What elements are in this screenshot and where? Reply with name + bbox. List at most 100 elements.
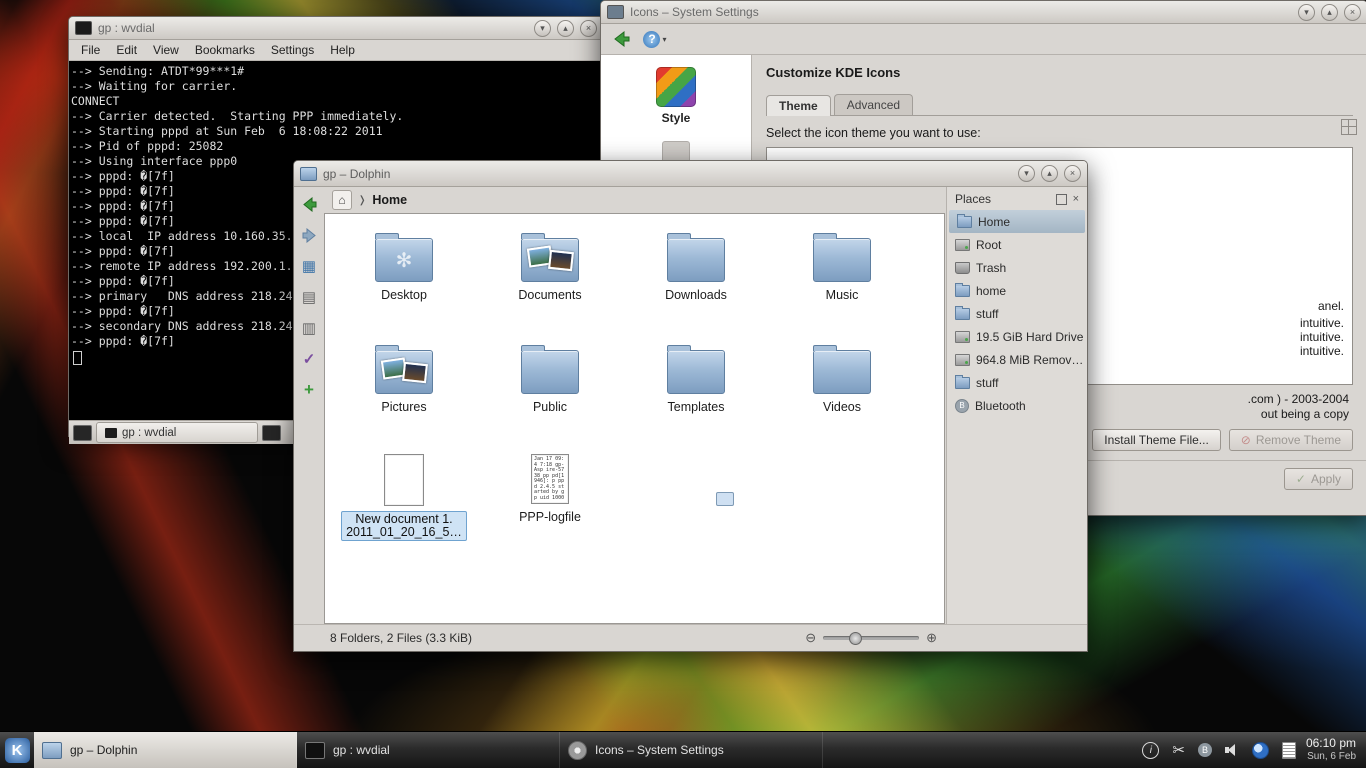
maximize-icon[interactable]: ▴ xyxy=(1321,4,1338,21)
icons-view-button[interactable]: ▦ xyxy=(298,255,320,277)
terminal-tab[interactable]: gp : wvdial xyxy=(96,422,258,443)
clipboard-tray-icon[interactable] xyxy=(1282,742,1296,759)
breadcrumb-home[interactable]: Home xyxy=(372,193,407,207)
zoom-slider-handle[interactable] xyxy=(849,632,862,645)
kickoff-launcher-button[interactable]: K xyxy=(0,732,34,768)
apply-check-icon: ✓ xyxy=(1296,472,1306,486)
home-folder-icon xyxy=(957,216,972,228)
place-item-trash[interactable]: Trash xyxy=(947,256,1087,279)
volume-tray-icon[interactable] xyxy=(1225,744,1239,756)
minimize-icon[interactable]: ▾ xyxy=(1298,4,1315,21)
task-dolphin[interactable]: gp – Dolphin xyxy=(34,732,297,768)
folder-item-desktop[interactable]: ✻ Desktop xyxy=(331,226,477,338)
theme-description-fragment: intuitive. xyxy=(1300,330,1344,344)
tab-list-icon[interactable] xyxy=(262,425,281,441)
place-item-removable[interactable]: 964.8 MiB Remov… xyxy=(947,348,1087,371)
folder-item-templates[interactable]: Templates xyxy=(623,338,769,450)
notifications-tray-icon[interactable]: i xyxy=(1142,742,1159,759)
minimize-icon[interactable]: ▾ xyxy=(534,20,551,37)
apply-button[interactable]: ✓ Apply xyxy=(1284,468,1353,490)
zoom-slider[interactable] xyxy=(823,636,919,640)
tab-advanced[interactable]: Advanced xyxy=(834,94,913,115)
file-item-new-document[interactable]: New document 1. 2011_01_20_16_5… xyxy=(331,450,477,562)
columns-view-button[interactable]: ▥ xyxy=(298,317,320,339)
place-item-stuff[interactable]: stuff xyxy=(947,302,1087,325)
preview-toggle-button[interactable]: ✓ xyxy=(298,348,320,370)
back-button[interactable] xyxy=(609,27,633,51)
folder-label: Music xyxy=(826,289,859,302)
folder-view[interactable]: ✻ Desktop Documents Downloads Music xyxy=(324,213,945,624)
breadcrumb-separator: ❭ xyxy=(358,195,366,206)
drag-ghost-icon xyxy=(716,492,734,506)
maximize-icon[interactable]: ▴ xyxy=(557,20,574,37)
task-wvdial[interactable]: gp : wvdial xyxy=(297,732,560,768)
network-tray-icon[interactable] xyxy=(1252,742,1269,759)
folder-item-videos[interactable]: Videos xyxy=(769,338,915,450)
digital-clock[interactable]: 06:10 pm Sun, 6 Feb xyxy=(1306,732,1366,768)
place-label: stuff xyxy=(976,376,998,390)
install-theme-button[interactable]: Install Theme File... xyxy=(1092,429,1220,451)
home-icon[interactable]: ⌂ xyxy=(332,190,352,210)
terminal-titlebar[interactable]: gp : wvdial ▾ ▴ × xyxy=(69,17,603,40)
zoom-in-icon[interactable]: ⊕ xyxy=(926,631,937,644)
folder-item-documents[interactable]: Documents xyxy=(477,226,623,338)
settings-titlebar[interactable]: Icons – System Settings ▾ ▴ × xyxy=(601,1,1366,24)
klipper-scissors-icon[interactable]: ✂ xyxy=(1172,743,1185,758)
folder-item-downloads[interactable]: Downloads xyxy=(623,226,769,338)
place-label: Trash xyxy=(976,261,1006,275)
close-panel-icon[interactable]: × xyxy=(1071,194,1081,205)
place-item-hard-drive[interactable]: 19.5 GiB Hard Drive xyxy=(947,325,1087,348)
folder-label: Downloads xyxy=(665,289,727,302)
folder-item-pictures[interactable]: Pictures xyxy=(331,338,477,450)
dolphin-titlebar[interactable]: gp – Dolphin ▾ ▴ × xyxy=(294,161,1087,187)
split-view-button[interactable]: + xyxy=(298,379,320,401)
menu-bookmarks[interactable]: Bookmarks xyxy=(195,43,255,57)
selected-file-label: New document 1. 2011_01_20_16_5… xyxy=(341,511,467,541)
menu-edit[interactable]: Edit xyxy=(116,43,137,57)
file-item-ppp-logfile[interactable]: Jan 17 09:4 7:18 gp-Asp ire-5738 pp pd[1… xyxy=(477,450,623,562)
bluetooth-tray-icon[interactable]: B xyxy=(1198,743,1212,757)
folder-item-public[interactable]: Public xyxy=(477,338,623,450)
maximize-icon[interactable]: ▴ xyxy=(1041,165,1058,182)
places-title: Places xyxy=(955,192,991,206)
dolphin-window-icon xyxy=(300,167,317,181)
place-item-bluetooth[interactable]: B Bluetooth xyxy=(947,394,1087,417)
folder-item-music[interactable]: Music xyxy=(769,226,915,338)
dolphin-window-title: gp – Dolphin xyxy=(323,167,390,181)
details-view-button[interactable]: ▤ xyxy=(298,286,320,308)
removable-drive-icon xyxy=(955,354,970,366)
back-button[interactable] xyxy=(298,193,320,215)
task-system-settings[interactable]: Icons – System Settings xyxy=(560,732,823,768)
overview-grid-icon[interactable] xyxy=(1341,119,1357,135)
logfile-preview-icon: Jan 17 09:4 7:18 gp-Asp ire-5738 pp pd[1… xyxy=(531,454,569,504)
dolphin-window: gp – Dolphin ▾ ▴ × ▦ ▤ ▥ ✓ + ⌂ ❭ xyxy=(293,160,1088,652)
close-icon[interactable]: × xyxy=(1064,165,1081,182)
menu-view[interactable]: View xyxy=(153,43,179,57)
install-theme-label: Install Theme File... xyxy=(1104,433,1208,447)
place-item-home[interactable]: Home xyxy=(949,210,1085,233)
remove-theme-button[interactable]: ⊘ Remove Theme xyxy=(1229,429,1353,451)
sidebar-item-style[interactable]: Style xyxy=(656,67,696,125)
close-icon[interactable]: × xyxy=(1344,4,1361,21)
close-icon[interactable]: × xyxy=(580,20,597,37)
menu-help[interactable]: Help xyxy=(330,43,355,57)
place-item-root[interactable]: Root xyxy=(947,233,1087,256)
place-item-home2[interactable]: home xyxy=(947,279,1087,302)
tab-theme[interactable]: Theme xyxy=(766,95,831,116)
folder-icon xyxy=(667,350,725,394)
forward-button[interactable] xyxy=(298,224,320,246)
zoom-out-icon[interactable]: ⊖ xyxy=(805,631,816,644)
float-panel-icon[interactable] xyxy=(1056,194,1067,205)
place-label: 19.5 GiB Hard Drive xyxy=(976,330,1083,344)
chevron-down-icon: ▾ xyxy=(662,35,666,44)
menu-file[interactable]: File xyxy=(81,43,100,57)
help-button[interactable]: ? ▾ xyxy=(643,27,667,51)
minimize-icon[interactable]: ▾ xyxy=(1018,165,1035,182)
trash-icon xyxy=(955,262,970,274)
place-item-stuff2[interactable]: stuff xyxy=(947,371,1087,394)
new-tab-icon[interactable] xyxy=(73,425,92,441)
theme-description-fragment: intuitive. xyxy=(1300,344,1344,358)
folder-icon xyxy=(667,238,725,282)
menu-settings[interactable]: Settings xyxy=(271,43,314,57)
terminal-window-title: gp : wvdial xyxy=(98,21,155,35)
